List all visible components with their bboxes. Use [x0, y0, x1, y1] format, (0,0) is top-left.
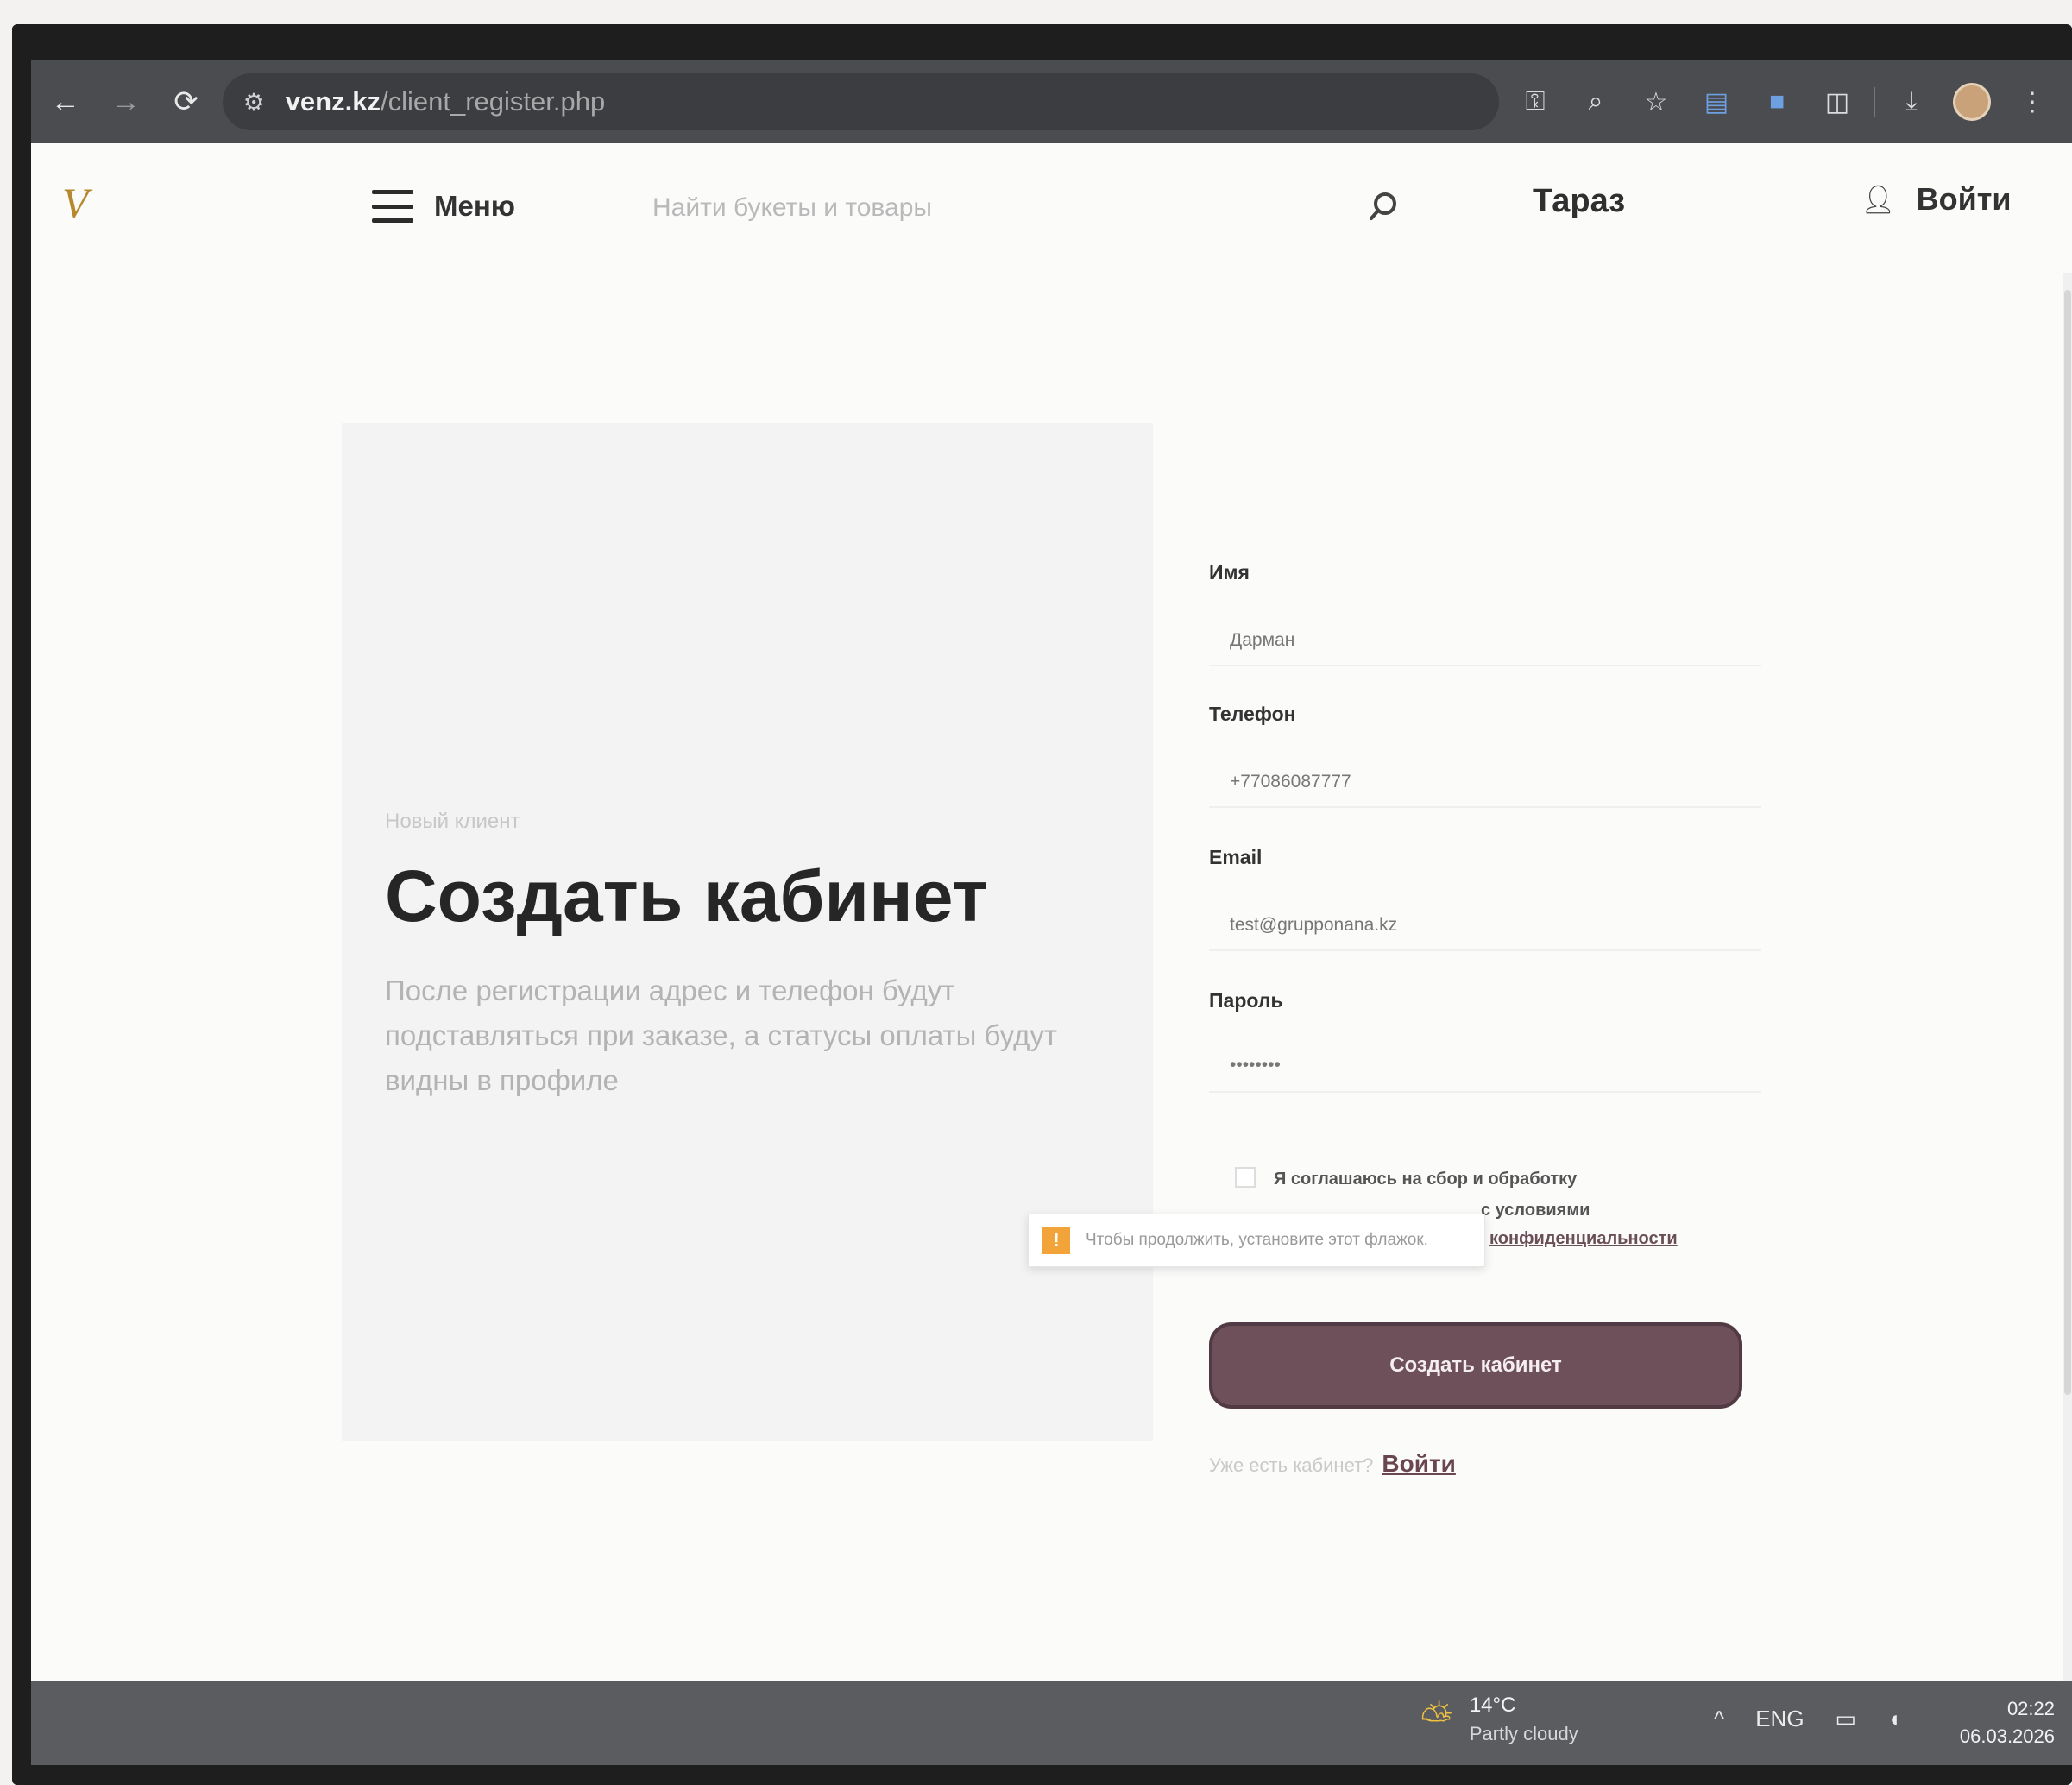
screen: ← → ⟳ ⚙ venz.kz /client_register.php ⚿ ⌕…: [31, 60, 2072, 1765]
weather-text: Partly cloudy: [1469, 1723, 1578, 1744]
have-account-row: Уже есть кабинет? Войти: [1209, 1450, 1456, 1478]
address-bar[interactable]: ⚙ venz.kz /client_register.php: [222, 73, 1499, 130]
header-login-button[interactable]: 👤︎ Войти: [1861, 181, 2012, 218]
user-icon: 👤︎: [1861, 184, 1896, 215]
page-title: Создать кабинет: [385, 855, 988, 937]
hero-overline: Новый клиент: [385, 810, 520, 833]
back-icon[interactable]: ←: [40, 74, 91, 129]
password-label: Пароль: [1209, 989, 1283, 1012]
consent-checkbox[interactable]: [1235, 1167, 1256, 1188]
create-account-button[interactable]: Создать кабинет: [1209, 1322, 1742, 1409]
consent-line-1: Я соглашаюсь на сбор и обработку: [1274, 1170, 1578, 1189]
phone-field[interactable]: +77086087777: [1230, 772, 1351, 792]
url-path: /client_register.php: [380, 86, 606, 117]
forward-icon[interactable]: →: [100, 74, 152, 129]
temperature: 14°C: [1469, 1694, 1516, 1717]
site-info-icon[interactable]: ⚙: [243, 88, 265, 117]
header-login-label: Войти: [1916, 181, 2012, 217]
email-label: Email: [1209, 846, 1263, 868]
phone-label: Телефон: [1209, 703, 1296, 725]
hero-panel: Новый клиент Создать кабинет После регис…: [342, 423, 1153, 1441]
menu-button[interactable]: Меню: [372, 190, 515, 223]
translate-icon[interactable]: ▤: [1692, 78, 1741, 126]
puzzle-icon[interactable]: ◫: [1813, 78, 1861, 126]
download-icon[interactable]: ⤓: [1887, 78, 1936, 126]
page-scrollbar[interactable]: [2063, 273, 2072, 1740]
phone-underline: [1209, 806, 1761, 808]
profile-avatar-icon[interactable]: [1948, 78, 1996, 126]
site-logo[interactable]: V: [62, 178, 157, 238]
bookmark-star-icon[interactable]: ☆: [1632, 78, 1680, 126]
name-label: Имя: [1209, 561, 1250, 583]
key-icon[interactable]: ⚿: [1511, 78, 1559, 126]
taskbar: ⛅︎ 14°C Partly cloudy ^ ENG ▭ ◖ 02:22 06…: [31, 1681, 2072, 1765]
validation-tooltip: ! Чтобы продолжить, установите этот флаж…: [1028, 1214, 1485, 1267]
scrollbar-thumb[interactable]: [2064, 290, 2071, 1395]
reload-icon[interactable]: ⟳: [161, 74, 212, 129]
search-input[interactable]: Найти букеты и товары: [652, 193, 932, 223]
email-underline: [1209, 949, 1761, 951]
browser-toolbar: ← → ⟳ ⚙ venz.kz /client_register.php ⚿ ⌕…: [31, 60, 2072, 143]
monitor-icon[interactable]: ▭: [1836, 1706, 1857, 1732]
validation-message: Чтобы продолжить, установите этот флажок…: [1086, 1231, 1428, 1249]
kebab-menu-icon[interactable]: ⋮: [2008, 78, 2056, 126]
weather-icon: ⛅︎: [1420, 1696, 1452, 1741]
name-underline: [1209, 665, 1761, 666]
city-selector[interactable]: Тараз: [1533, 183, 1625, 220]
browser-actions: ⚿ ⌕ ☆ ▤ ■ ◫ ⤓ ⋮: [1499, 78, 2072, 126]
name-field[interactable]: Дарман: [1230, 630, 1294, 651]
privacy-policy-link[interactable]: конфиденциальности: [1489, 1229, 1678, 1249]
hero-description: После регистрации адрес и телефон будут …: [385, 974, 1057, 1096]
site-header: V Меню Найти букеты и товары Тараз 👤︎ Во…: [31, 143, 2072, 273]
zoom-icon[interactable]: ⌕: [1571, 78, 1620, 126]
volume-icon[interactable]: ◖: [1887, 1706, 1901, 1732]
warning-icon: !: [1042, 1227, 1070, 1254]
extension-icon[interactable]: ■: [1753, 78, 1801, 126]
search-icon[interactable]: [1364, 188, 1402, 226]
clock-date: 06.03.2026: [1959, 1725, 2055, 1747]
url-host: venz.kz: [285, 86, 381, 117]
chevron-up-icon[interactable]: ^: [1714, 1706, 1724, 1732]
have-account-text: Уже есть кабинет?: [1209, 1454, 1374, 1476]
login-link[interactable]: Войти: [1382, 1450, 1455, 1478]
password-field[interactable]: ••••••••: [1230, 1055, 1281, 1075]
system-tray: ^ ENG ▭ ◖: [1714, 1706, 1932, 1732]
clock-time: 02:22: [2006, 1698, 2055, 1719]
hamburger-icon: [372, 190, 413, 223]
weather-widget[interactable]: ⛅︎ 14°C Partly cloudy: [1420, 1694, 1578, 1745]
email-field[interactable]: test@grupponana.kz: [1230, 915, 1397, 936]
password-underline: [1209, 1091, 1761, 1093]
taskbar-clock[interactable]: 02:22 06.03.2026: [1960, 1695, 2055, 1750]
toolbar-separator: [1874, 87, 1875, 117]
menu-label: Меню: [434, 190, 515, 222]
language-indicator[interactable]: ENG: [1755, 1706, 1804, 1732]
